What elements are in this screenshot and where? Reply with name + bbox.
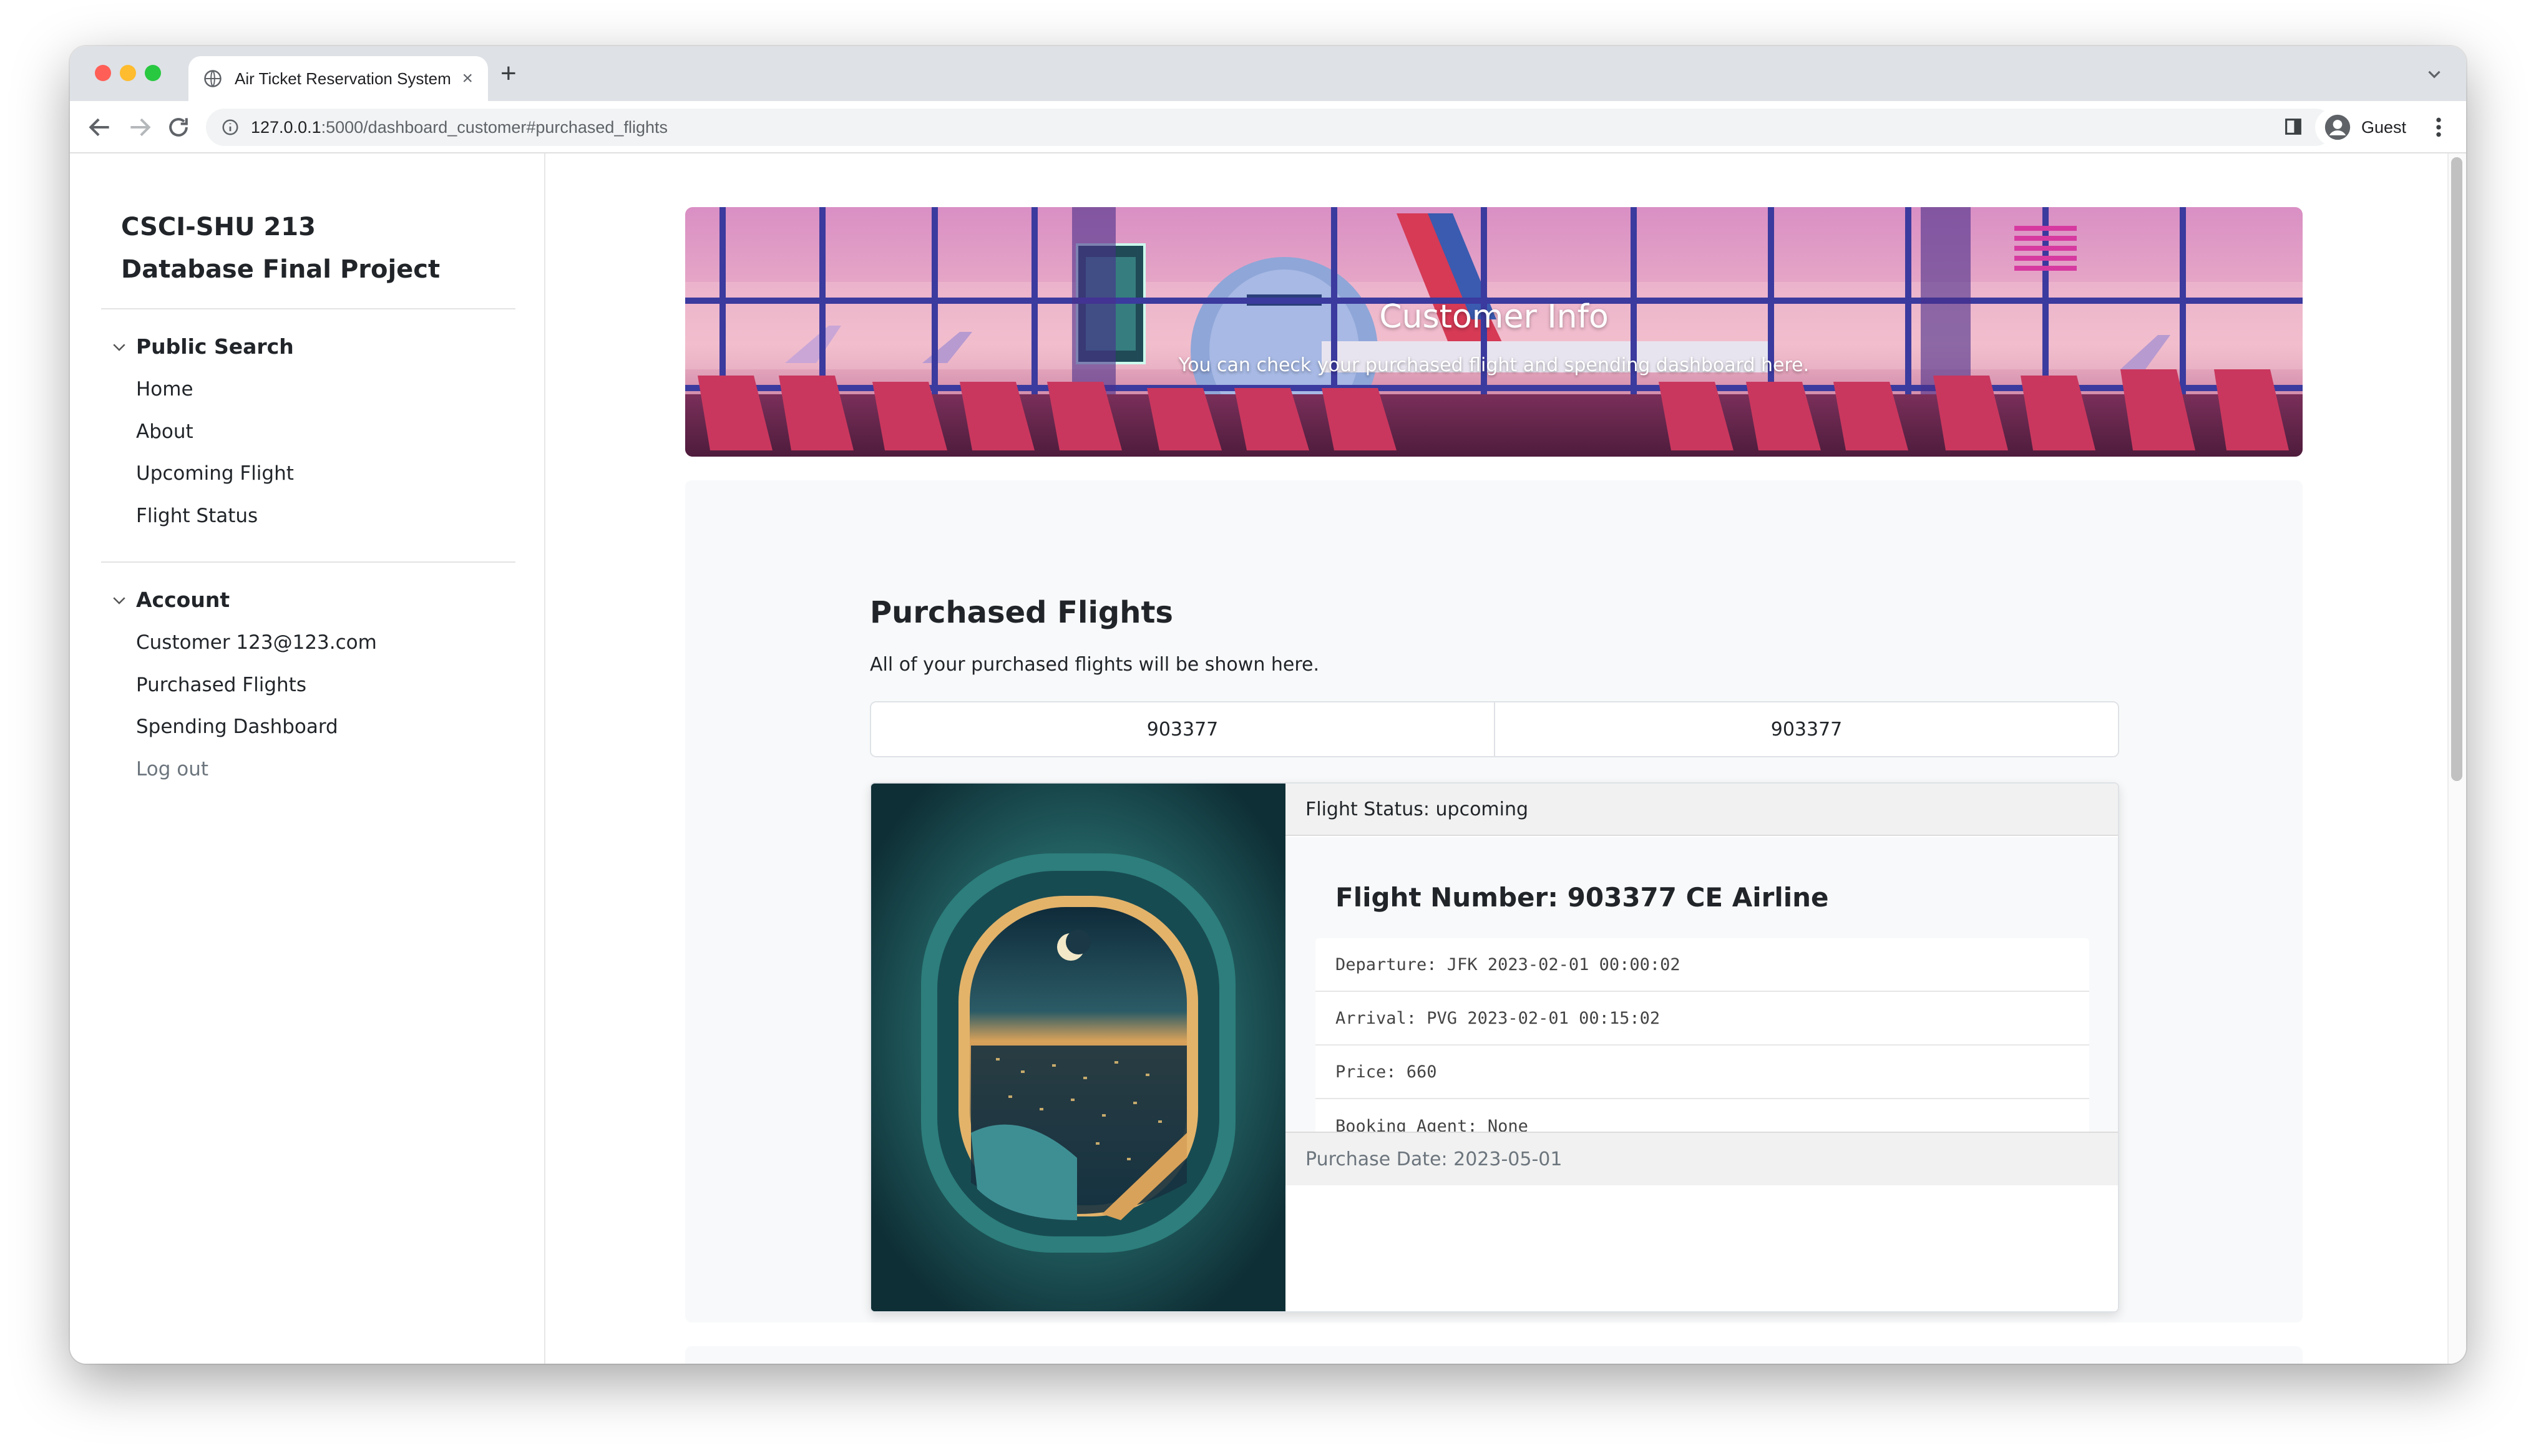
side-panel-icon[interactable] — [2283, 116, 2304, 137]
page-viewport: CSCI-SHU 213 Database Final Project Publ… — [70, 153, 2466, 1364]
public-search-heading: Public Search — [136, 334, 294, 359]
sidebar-item-purchased-flights[interactable]: Purchased Flights — [136, 674, 306, 696]
back-icon[interactable] — [86, 114, 114, 141]
sidebar: CSCI-SHU 213 Database Final Project Publ… — [70, 153, 545, 1364]
sidebar-item-customer[interactable]: Customer 123@123.com — [136, 631, 377, 654]
hero-title: Customer Info — [1379, 298, 1609, 336]
profile-button[interactable]: Guest — [2315, 109, 2419, 146]
account-toggle[interactable]: Account — [110, 588, 230, 612]
brand-title[interactable]: CSCI-SHU 213 Database Final Project — [121, 206, 471, 291]
scrollbar-thumb[interactable] — [2451, 157, 2462, 781]
sidebar-divider — [101, 561, 515, 563]
detail-price: Price: 660 — [1315, 1046, 2089, 1099]
chevron-down-icon — [113, 596, 125, 604]
detail-arrival: Arrival: PVG 2023-02-01 00:15:02 — [1315, 992, 2089, 1046]
url-host: 127.0.0.1 — [251, 117, 321, 137]
brand-line-1: CSCI-SHU 213 — [121, 213, 316, 241]
flight-card: Flight Status: upcoming Flight Number: 9… — [870, 782, 2119, 1313]
sidebar-item-log-out[interactable]: Log out — [136, 758, 208, 780]
section-title: Purchased Flights — [870, 595, 1173, 630]
info-icon[interactable] — [221, 118, 240, 137]
tab-search-chevron-icon[interactable] — [2424, 64, 2445, 85]
flight-card-body: Flight Number: 903377 CE Airline Departu… — [1285, 837, 2118, 1153]
section-description: All of your purchased flights will be sh… — [870, 654, 1320, 676]
globe-icon — [204, 70, 222, 87]
kebab-menu-icon[interactable] — [2432, 115, 2445, 140]
profile-label: Guest — [2361, 117, 2407, 137]
public-search-toggle[interactable]: Public Search — [110, 334, 294, 359]
tab-title: Air Ticket Reservation System — [235, 69, 451, 88]
flight-card-content: Flight Status: upcoming Flight Number: 9… — [1285, 784, 2118, 1311]
detail-departure: Departure: JFK 2023-02-01 00:00:02 — [1315, 938, 2089, 992]
airplane-window-image — [871, 784, 1285, 1311]
forward-icon[interactable] — [126, 114, 154, 141]
tab-strip: Air Ticket Reservation System × + — [70, 46, 2466, 101]
purchase-date: Purchase Date: 2023-05-01 — [1285, 1132, 2118, 1185]
flight-number-title: Flight Number: 903377 CE Airline — [1335, 882, 1829, 913]
flight-status: Flight Status: upcoming — [1285, 784, 2118, 836]
minimize-window-button[interactable] — [120, 65, 136, 81]
hero-subtitle: You can check your purchased flight and … — [1178, 354, 1810, 376]
account-heading: Account — [136, 588, 230, 612]
browser-tab[interactable]: Air Ticket Reservation System × — [188, 56, 488, 101]
next-section-panel — [685, 1346, 2303, 1364]
brand-line-2: Database Final Project — [121, 255, 441, 284]
page-scrollbar[interactable] — [2447, 153, 2466, 1364]
close-window-button[interactable] — [95, 65, 111, 81]
sidebar-item-flight-status[interactable]: Flight Status — [136, 505, 258, 527]
hero-banner: Customer Info You can check your purchas… — [685, 207, 2303, 457]
flight-tab[interactable]: 903377 — [871, 702, 1494, 756]
flight-tab[interactable]: 903377 — [1494, 702, 2118, 756]
sidebar-item-about[interactable]: About — [136, 420, 193, 443]
flight-detail-list: Departure: JFK 2023-02-01 00:00:02 Arriv… — [1315, 938, 2089, 1153]
address-bar[interactable]: 127.0.0.1:5000/dashboard_customer#purcha… — [206, 109, 2334, 146]
sidebar-item-upcoming-flight[interactable]: Upcoming Flight — [136, 462, 294, 485]
browser-toolbar: 127.0.0.1:5000/dashboard_customer#purcha… — [70, 101, 2466, 153]
reload-icon[interactable] — [165, 114, 192, 141]
maximize-window-button[interactable] — [145, 65, 161, 81]
sidebar-divider — [101, 308, 515, 309]
avatar-icon — [2324, 114, 2351, 140]
flight-tabs: 903377 903377 — [870, 701, 2119, 757]
chevron-down-icon — [113, 343, 125, 351]
url-path: :5000/dashboard_customer#purchased_fligh… — [321, 117, 668, 137]
sidebar-item-home[interactable]: Home — [136, 378, 193, 400]
new-tab-plus-icon[interactable]: + — [500, 60, 517, 87]
browser-window: Air Ticket Reservation System × + 127.0.… — [70, 46, 2466, 1364]
sidebar-item-spending-dashboard[interactable]: Spending Dashboard — [136, 716, 338, 738]
close-tab-icon[interactable]: × — [462, 68, 473, 89]
